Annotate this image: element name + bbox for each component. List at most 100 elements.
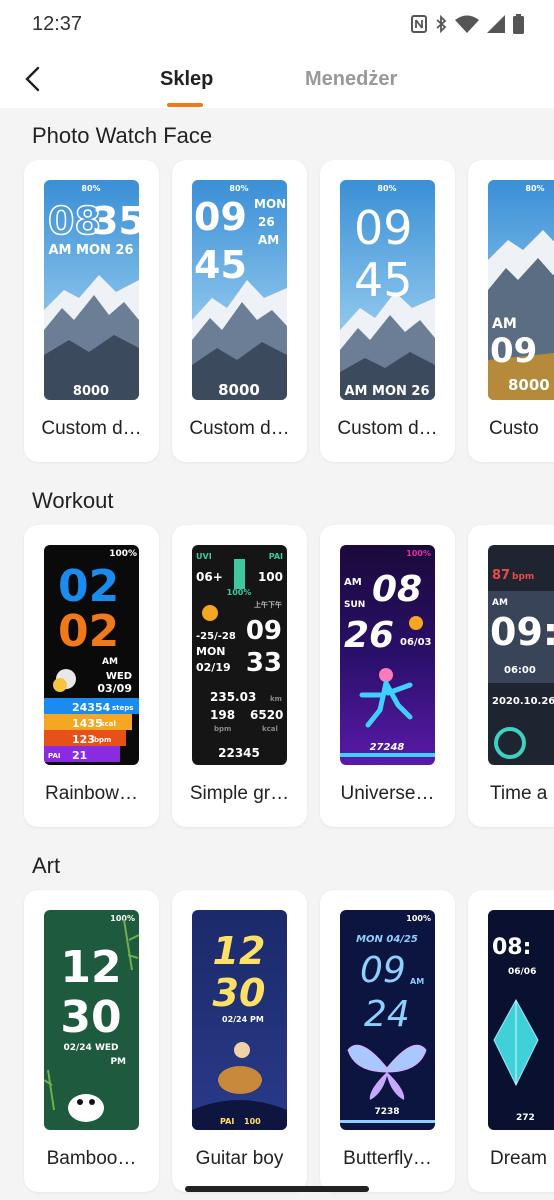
face-date: 03/09	[97, 682, 132, 695]
card-label: Butterfly…	[343, 1148, 432, 1169]
watch-face-preview: 87 bpm AM 09: 06:00 2020.10.26	[488, 545, 554, 765]
face-hour: 12	[60, 942, 121, 993]
face-minute: 24	[364, 994, 410, 1035]
face-status: 80%	[229, 184, 248, 193]
face-minute: 35	[92, 199, 139, 243]
watch-face-card[interactable]: 80% 08 35 AM MON 26 8000 Custom d…	[24, 160, 159, 462]
face-minute: 30	[213, 971, 266, 1015]
face-pai: 100	[244, 1117, 261, 1126]
watch-face-card[interactable]: 80% 09 45 AM MON 26 Custom d…	[320, 160, 455, 462]
face-date: AM MON 26	[344, 384, 429, 399]
face-minute: 26	[344, 615, 394, 656]
face-status: 80%	[377, 184, 396, 193]
gesture-nav-handle[interactable]	[185, 1186, 369, 1192]
face-minute: 33	[246, 648, 282, 678]
bluetooth-icon	[435, 15, 447, 33]
signal-icon	[487, 15, 505, 33]
watch-face-card[interactable]: 80% AM 09 8000 Custo	[468, 160, 554, 462]
panda-icon	[68, 1094, 104, 1122]
watch-face-card[interactable]: 100% 02 02 AM WED 03/09 24354 steps 1435…	[24, 525, 159, 827]
face-status: 80%	[81, 184, 100, 193]
card-label: Bamboo…	[46, 1148, 137, 1169]
watch-face-preview: 100% MON 04/25 09 AM 24 7238	[340, 910, 435, 1130]
section-title: Workout	[32, 488, 114, 513]
face-uvi: 06+	[196, 570, 223, 584]
face-day: MON	[196, 645, 226, 658]
face-minute: 30	[60, 992, 121, 1043]
face-bpm: 87	[492, 568, 510, 583]
watch-face-card[interactable]: 08: 06/06 272 Dream	[468, 890, 554, 1192]
card-label: Custom d…	[337, 418, 438, 439]
face-date: 06/03	[400, 637, 432, 648]
status-icons	[411, 14, 524, 34]
face-pai-label: PAI	[269, 552, 283, 561]
face-time: 09	[490, 331, 537, 371]
face-hour: 09	[194, 195, 247, 239]
face-battery: 100%	[109, 549, 137, 559]
face-ampm: 上午下午	[254, 600, 282, 609]
face-day: WED	[106, 671, 132, 682]
card-label: Custom d…	[41, 418, 142, 439]
watch-face-card[interactable]: 80% 09 45 MON 26 AM 8000 Custom d…	[172, 160, 307, 462]
card-label: Guitar boy	[195, 1148, 284, 1169]
face-minute: 45	[354, 253, 413, 307]
face-hour: 08	[372, 569, 422, 610]
status-time: 12:37	[32, 13, 83, 35]
face-bpm-unit: bpm	[94, 736, 111, 744]
face-pai-label: PAI	[48, 752, 61, 760]
face-ampm: AM	[344, 577, 362, 588]
face-steps: 8000	[73, 384, 109, 399]
face-alarm: 06:00	[504, 665, 536, 676]
face-date: 02/24 WED	[63, 1043, 118, 1053]
watch-face-card[interactable]: 100% MON 04/25 09 AM 24 7238 Butterfly…	[320, 890, 455, 1192]
face-battery: 100%	[406, 549, 431, 558]
face-kcal: 1435	[72, 717, 103, 730]
face-temp: -25/-28	[196, 631, 236, 642]
face-date: 02/24	[222, 1015, 248, 1024]
watch-face-preview: 80% AM 09 8000	[488, 180, 554, 400]
sun-icon	[409, 616, 423, 630]
card-label: Dream	[490, 1148, 548, 1169]
watch-face-preview: 80% 09 45 MON 26 AM 8000	[192, 180, 287, 400]
face-ampm: AM	[102, 657, 118, 667]
face-hr-unit: bpm	[214, 725, 231, 733]
nfc-icon	[411, 15, 427, 33]
face-day: SUN	[344, 600, 365, 610]
status-bar: 12:37	[0, 0, 554, 48]
tab-store[interactable]: Sklep	[160, 68, 213, 91]
face-percent: 100%	[227, 588, 252, 597]
face-battery: 100%	[110, 914, 135, 923]
face-battery: 100%	[406, 914, 431, 923]
face-minute: 45	[194, 243, 247, 287]
face-pai: 21	[72, 749, 87, 762]
watch-face-preview: 100% 12 30 02/24 WED PM	[44, 910, 139, 1130]
watch-face-card[interactable]: 100% 12 30 02/24 WED PM Bamboo…	[24, 890, 159, 1192]
watch-face-card[interactable]: UVI 06+ PAI 100 100% 上午下午 -25/-28 MON 02…	[172, 525, 307, 827]
wifi-icon	[455, 15, 479, 33]
face-daynum: 26	[258, 215, 275, 229]
face-uvi-label: UVI	[196, 552, 212, 561]
face-ampm: AM	[492, 598, 508, 608]
watch-face-card[interactable]: 87 bpm AM 09: 06:00 2020.10.26 Time a	[468, 525, 554, 827]
face-day: MON	[254, 197, 286, 211]
back-button[interactable]	[22, 66, 44, 92]
card-label: Custo	[489, 418, 539, 439]
face-hour: 02	[58, 561, 119, 612]
watch-face-preview: 80% 08 35 AM MON 26 8000	[44, 180, 139, 400]
watch-face-card[interactable]: 12 30 02/24 PM PAI 100 Guitar boy	[172, 890, 307, 1192]
watch-face-card[interactable]: 100% AM SUN 08 26 06/03 27248 Universe…	[320, 525, 455, 827]
face-time: 09:	[490, 610, 554, 654]
store-content[interactable]: Photo Watch Face 80% 08 35 AM MON 26 800…	[0, 108, 554, 1200]
face-ampm: AM	[410, 977, 424, 986]
battery-icon	[513, 14, 524, 34]
tab-manager[interactable]: Menedżer	[305, 68, 397, 91]
face-date: 02/19	[196, 661, 231, 674]
section-title: Art	[32, 853, 61, 878]
face-kcal-unit: kcal	[100, 720, 116, 728]
face-time: 08:	[492, 935, 531, 960]
face-bpm: 123	[72, 733, 95, 746]
face-cal-unit: kcal	[262, 725, 278, 733]
face-distance: 235.03	[210, 690, 256, 704]
header: Sklep Menedżer	[0, 48, 554, 108]
card-label: Universe…	[340, 783, 435, 804]
